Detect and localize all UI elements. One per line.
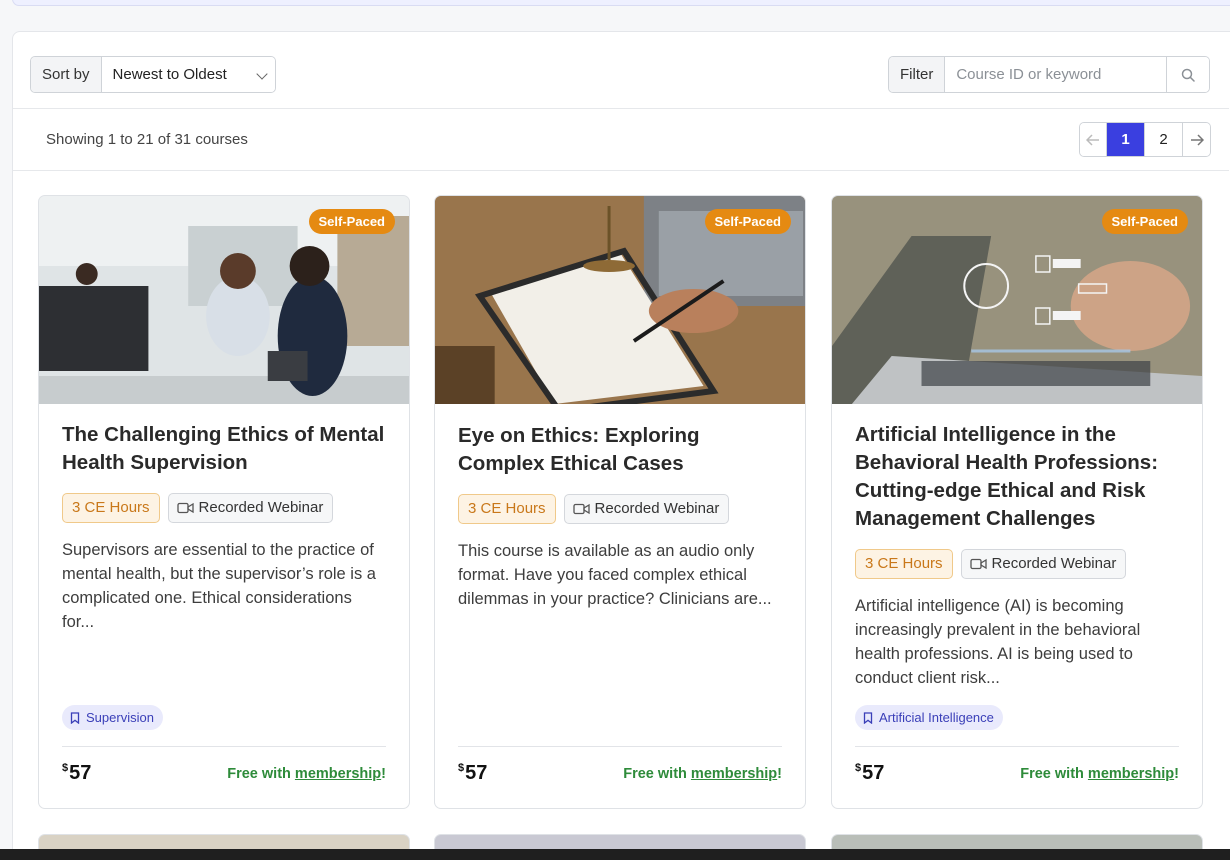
format-chip: Recorded Webinar	[167, 493, 334, 523]
card-body: Eye on Ethics: Exploring Complex Ethical…	[458, 422, 782, 611]
toolbar: Sort by Newest to Oldest Filter	[13, 32, 1229, 109]
sort-control[interactable]: Sort by Newest to Oldest	[30, 56, 276, 93]
topic-tag[interactable]: Supervision	[62, 705, 163, 730]
course-chips: 3 CE Hours Recorded Webinar	[855, 549, 1179, 579]
course-list-panel: Sort by Newest to Oldest Filter Showing …	[12, 31, 1230, 860]
course-description: Artificial intelligence (AI) is becoming…	[855, 597, 1141, 687]
free-suffix: !	[1174, 766, 1179, 782]
currency-symbol: $	[62, 762, 69, 774]
card-divider	[458, 746, 782, 747]
price-value: 57	[862, 762, 885, 784]
free-suffix: !	[777, 766, 782, 782]
format-chip: Recorded Webinar	[563, 494, 730, 524]
card-body: Artificial Intelligence in the Behaviora…	[855, 421, 1179, 690]
topic-tag-label: Artificial Intelligence	[879, 710, 994, 725]
course-description: This course is available as an audio onl…	[458, 542, 772, 608]
ce-hours-chip: 3 CE Hours	[855, 549, 953, 579]
price-value: 57	[69, 762, 92, 784]
card-body: The Challenging Ethics of Mental Health …	[62, 421, 386, 634]
card-divider	[62, 746, 386, 747]
bookmark-icon	[70, 711, 80, 724]
results-total: 31	[174, 131, 192, 148]
bookmark-icon	[863, 711, 873, 724]
results-from: 1	[107, 131, 117, 148]
results-to: 21	[136, 131, 154, 148]
free-prefix: Free with	[623, 766, 691, 782]
currency-symbol: $	[458, 762, 465, 774]
course-chips: 3 CE Hours Recorded Webinar	[458, 494, 782, 524]
price-value: 57	[465, 762, 488, 784]
top-banner-edge	[12, 0, 1230, 6]
currency-symbol: $	[855, 762, 862, 774]
filter-label: Filter	[889, 57, 946, 92]
course-price: $57	[458, 762, 487, 785]
membership-link[interactable]: membership	[691, 766, 777, 782]
free-suffix: !	[381, 766, 386, 782]
format-chip: Recorded Webinar	[960, 549, 1127, 579]
membership-link[interactable]: membership	[295, 766, 381, 782]
course-title[interactable]: The Challenging Ethics of Mental Health …	[62, 421, 386, 477]
filter-input[interactable]	[945, 57, 1168, 92]
ce-hours-chip: 3 CE Hours	[458, 494, 556, 524]
course-card[interactable]: Self-Paced Artificial Intelligence in th…	[831, 195, 1203, 809]
course-card[interactable]: Self-Paced The Challenging Ethics of Men…	[38, 195, 410, 809]
membership-note: Free with membership!	[1020, 766, 1179, 782]
self-paced-badge: Self-Paced	[704, 209, 791, 234]
video-camera-icon	[969, 558, 987, 570]
page-1-button[interactable]: 1	[1107, 123, 1145, 156]
format-label: Recorded Webinar	[991, 555, 1117, 572]
video-camera-icon	[572, 503, 590, 515]
video-camera-icon	[176, 502, 194, 514]
results-suffix: courses	[191, 131, 248, 148]
membership-note: Free with membership!	[623, 766, 782, 782]
search-button[interactable]	[1167, 57, 1210, 92]
pagination: 1 2	[1079, 122, 1211, 157]
sort-select[interactable]: Newest to Oldest	[101, 57, 275, 92]
sort-value: Newest to Oldest	[112, 66, 227, 83]
self-paced-badge: Self-Paced	[1101, 209, 1188, 234]
page-2-button[interactable]: 2	[1145, 123, 1183, 156]
next-page-button[interactable]	[1183, 123, 1210, 156]
results-to-word: to	[116, 131, 137, 148]
course-title[interactable]: Eye on Ethics: Exploring Complex Ethical…	[458, 422, 782, 478]
results-count: Showing 1 to 21 of 31 courses	[46, 131, 248, 148]
search-icon	[1182, 68, 1196, 82]
free-prefix: Free with	[227, 766, 295, 782]
topic-tag-label: Supervision	[86, 710, 154, 725]
self-paced-badge: Self-Paced	[308, 209, 395, 234]
filter-control: Filter	[888, 56, 1211, 93]
arrow-left-icon	[1086, 133, 1099, 146]
taskbar-edge	[0, 849, 1230, 860]
card-divider	[855, 746, 1179, 747]
course-price: $57	[62, 762, 91, 785]
topic-tag[interactable]: Artificial Intelligence	[855, 705, 1003, 730]
membership-link[interactable]: membership	[1088, 766, 1174, 782]
format-label: Recorded Webinar	[594, 500, 720, 517]
chevron-down-icon	[255, 68, 268, 80]
ce-hours-chip: 3 CE Hours	[62, 493, 160, 523]
results-prefix: Showing	[46, 131, 108, 148]
membership-note: Free with membership!	[227, 766, 386, 782]
course-title[interactable]: Artificial Intelligence in the Behaviora…	[855, 421, 1179, 533]
course-chips: 3 CE Hours Recorded Webinar	[62, 493, 386, 523]
course-price: $57	[855, 762, 884, 785]
results-status-row: Showing 1 to 21 of 31 courses 1 2	[13, 109, 1229, 171]
course-description: Supervisors are essential to the practic…	[62, 541, 376, 631]
prev-page-button[interactable]	[1080, 123, 1107, 156]
free-prefix: Free with	[1020, 766, 1088, 782]
format-label: Recorded Webinar	[198, 499, 324, 516]
sort-label: Sort by	[31, 57, 102, 92]
results-of-word: of	[153, 131, 175, 148]
arrow-right-icon	[1190, 133, 1204, 146]
course-card[interactable]: Self-Paced Eye on Ethics: Exploring Comp…	[434, 195, 806, 809]
